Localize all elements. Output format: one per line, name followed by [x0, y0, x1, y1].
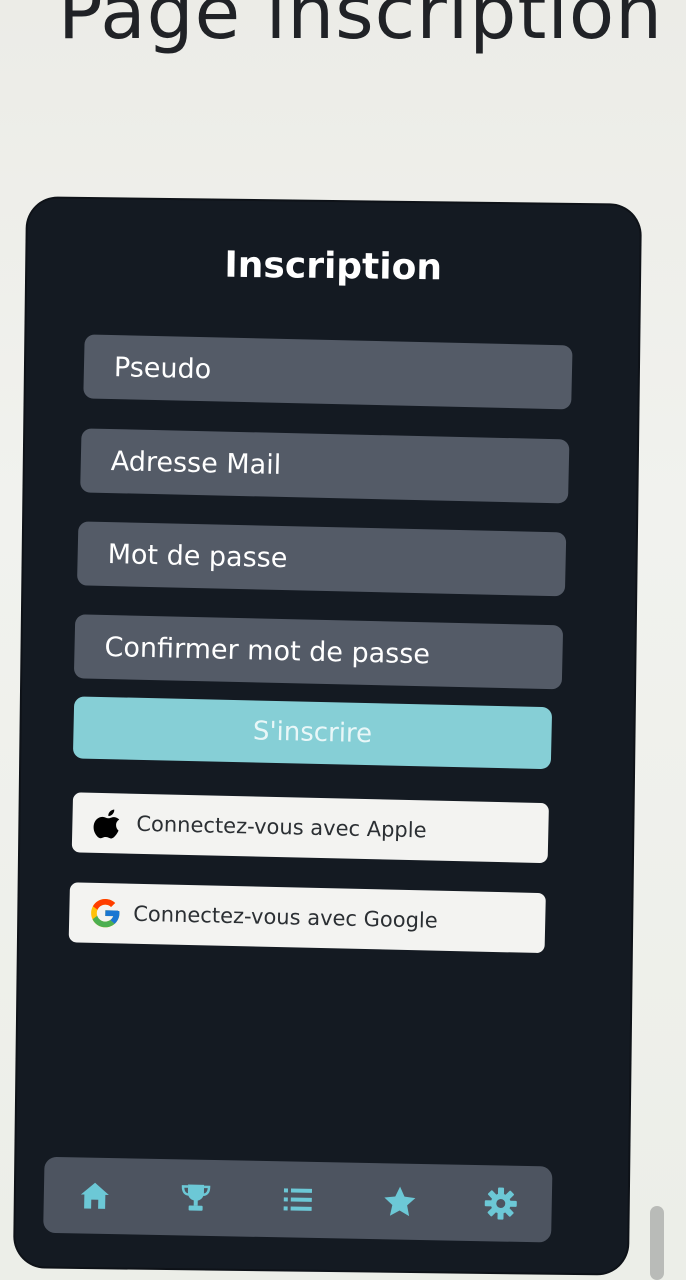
google-signin-button[interactable]: Connectez-vous avec Google [68, 882, 546, 954]
google-signin-label: Connectez-vous avec Google [133, 901, 438, 933]
pseudo-field[interactable]: Pseudo [83, 334, 573, 410]
star-icon [383, 1186, 415, 1217]
google-icon [87, 895, 124, 932]
password-field[interactable]: Mot de passe [76, 521, 567, 597]
password-placeholder: Mot de passe [107, 538, 288, 574]
page-title: Page inscription [58, 0, 664, 56]
apple-signin-label: Connectez-vous avec Apple [136, 811, 427, 843]
pseudo-placeholder: Pseudo [113, 351, 212, 385]
list-icon [283, 1188, 313, 1211]
home-icon [80, 1182, 109, 1209]
screen: Page inscription Inscription Pseudo Adre… [0, 0, 686, 1280]
scrollbar-thumb[interactable] [650, 1206, 664, 1280]
nav-settings[interactable] [479, 1181, 524, 1226]
nav-home[interactable] [72, 1173, 117, 1218]
trophy-icon [182, 1184, 211, 1211]
email-placeholder: Adresse Mail [110, 445, 282, 481]
nav-trophy[interactable] [174, 1175, 219, 1220]
apple-signin-button[interactable]: Connectez-vous avec Apple [71, 792, 549, 864]
gear-icon [484, 1187, 517, 1220]
bottom-nav [43, 1156, 553, 1243]
signup-button-label: S'inscrire [252, 716, 373, 750]
email-field[interactable]: Adresse Mail [80, 428, 570, 504]
confirm-password-placeholder: Confirmer mot de passe [104, 631, 431, 670]
apple-icon [90, 805, 127, 842]
confirm-password-field[interactable]: Confirmer mot de passe [73, 614, 564, 690]
nav-favorites[interactable] [377, 1179, 422, 1224]
nav-list[interactable] [275, 1177, 320, 1222]
phone-frame: Inscription Pseudo Adresse Mail Mot de p… [14, 198, 640, 1274]
signup-button[interactable]: S'inscrire [72, 696, 553, 770]
form-title: Inscription [224, 244, 443, 289]
